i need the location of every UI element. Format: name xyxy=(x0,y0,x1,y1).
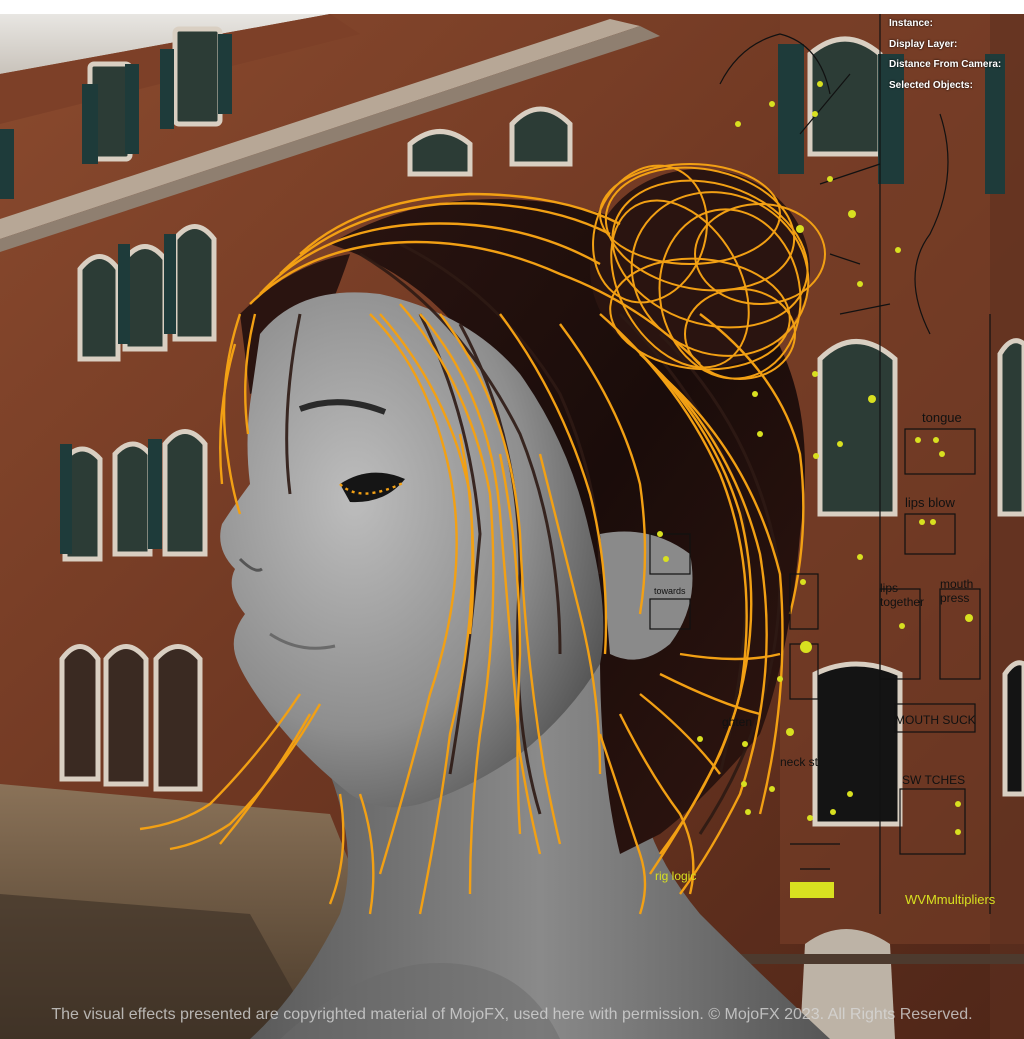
viewport[interactable]: tongue lips blow lips together mouth pre… xyxy=(0,14,1024,1039)
rig-label-rig-logic: rig logic xyxy=(655,869,696,883)
heads-up-display: Instance: Display Layer: Distance From C… xyxy=(889,14,1024,96)
rig-label-mouth-suck: MOUTH SUCK xyxy=(895,713,976,727)
rig-label-neck: neck st xyxy=(780,755,819,769)
scene-canvas[interactable]: tongue lips blow lips together mouth pre… xyxy=(0,14,1024,1039)
rig-label-lips: lips xyxy=(880,581,898,595)
rig-label-tighten: ghten xyxy=(722,715,752,729)
rig-label-lips-blow: lips blow xyxy=(905,495,955,510)
hud-display-layer-label: Display Layer: xyxy=(889,38,958,50)
rig-label-press: press xyxy=(940,591,969,605)
hud-selected-objects-label: Selected Objects: xyxy=(889,79,973,91)
hud-instance-label: Instance: xyxy=(889,18,933,29)
copyright-notice: The visual effects presented are copyrig… xyxy=(51,1006,973,1023)
rig-label-towards: towards xyxy=(654,586,686,596)
rig-label-mouth: mouth xyxy=(940,577,973,591)
rig-label-switches: SW TCHES xyxy=(902,773,965,787)
hud-distance-label: Distance From Camera: xyxy=(889,59,1002,70)
rig-label-multipliers: WVMmultipliers xyxy=(905,892,996,907)
rig-label-together: together xyxy=(880,595,924,609)
rig-label-tongue: tongue xyxy=(922,410,962,425)
